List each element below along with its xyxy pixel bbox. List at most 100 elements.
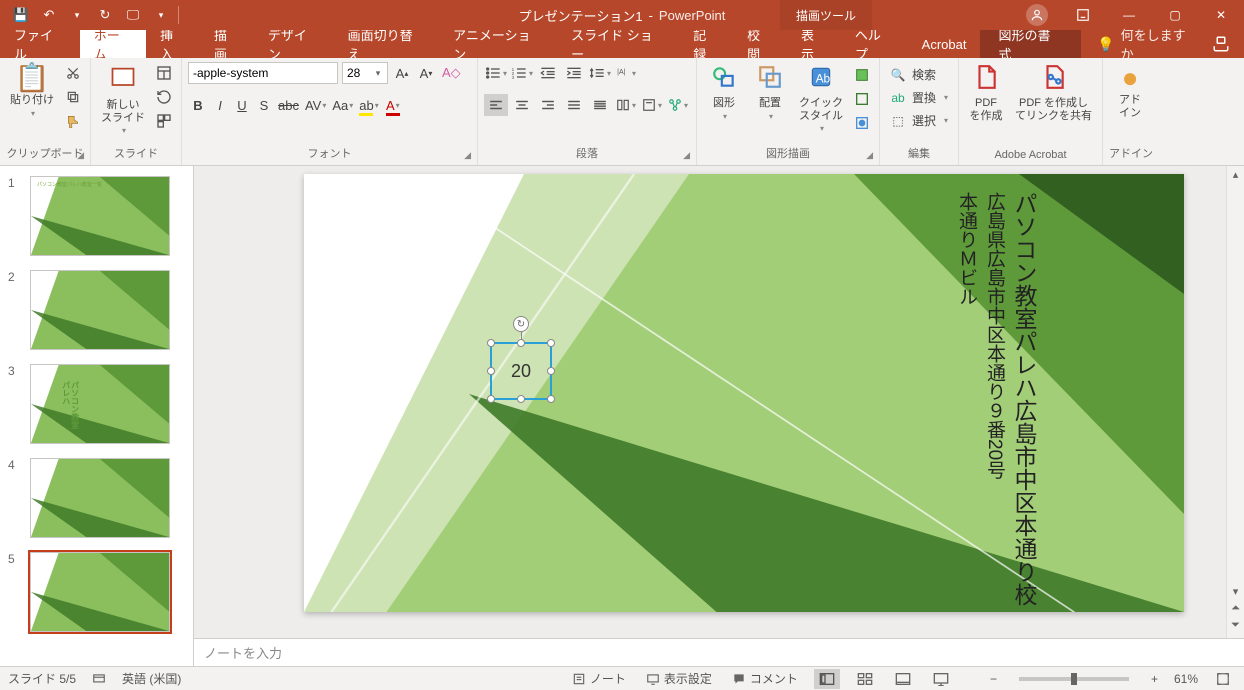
strike-button[interactable]: abc [276, 94, 301, 116]
decrease-font-button[interactable]: A▾ [416, 62, 436, 84]
align-right-button[interactable] [536, 94, 560, 116]
zoom-slider[interactable] [1019, 677, 1129, 681]
resize-handle-bc[interactable] [517, 395, 525, 403]
qat-redo-button[interactable]: ↻ [92, 2, 118, 28]
zoom-out-button[interactable]: − [986, 667, 1001, 690]
tab-file[interactable]: ファイル [0, 30, 80, 58]
qat-slideshow-button[interactable]: 🖵 [120, 2, 146, 28]
rotate-handle[interactable]: ↻ [513, 316, 529, 332]
bold-button[interactable]: B [188, 94, 208, 116]
line-spacing-button[interactable]: ▾ [588, 62, 612, 84]
shape-outline-button[interactable] [851, 88, 873, 110]
fit-to-window-button[interactable] [1210, 669, 1236, 689]
increase-indent-button[interactable] [562, 62, 586, 84]
tab-design[interactable]: デザイン [254, 30, 334, 58]
qat-customize[interactable]: ▾ [148, 2, 174, 28]
change-case-button[interactable]: Aa▾ [330, 94, 355, 116]
thumbnail-5[interactable] [30, 552, 170, 632]
window-close-button[interactable]: ✕ [1198, 0, 1244, 30]
share-pdf-button[interactable]: PDF を作成し てリンクを共有 [1011, 62, 1096, 124]
resize-handle-ml[interactable] [487, 367, 495, 375]
italic-button[interactable]: I [210, 94, 230, 116]
justify-button[interactable] [562, 94, 586, 116]
scroll-down-arrow[interactable]: ▾ [1233, 585, 1239, 598]
sorter-view-button[interactable] [852, 669, 878, 689]
copy-button[interactable] [62, 86, 84, 108]
zoom-in-button[interactable]: + [1147, 667, 1162, 690]
font-name-input[interactable] [189, 63, 352, 83]
smartart-button[interactable]: ▾ [666, 94, 690, 116]
slide-subtitle-text-1[interactable]: 広島県広島市中区本通り９番20号 [982, 192, 1006, 479]
selected-text[interactable]: 20 [511, 361, 531, 382]
comments-toggle[interactable]: コメント [728, 667, 802, 690]
addin-button[interactable]: ● アド イン [1109, 62, 1151, 121]
slideshow-view-button[interactable] [928, 669, 954, 689]
shadow-button[interactable]: S [254, 94, 274, 116]
display-settings[interactable]: 表示設定 [642, 667, 716, 690]
cut-button[interactable] [62, 62, 84, 84]
qat-save-button[interactable]: 💾 [8, 2, 34, 28]
qat-undo-more[interactable]: ▾ [64, 2, 90, 28]
font-color-button[interactable]: A▾ [383, 94, 403, 116]
align-center-button[interactable] [510, 94, 534, 116]
select-button[interactable]: ⬚選択▾ [886, 110, 952, 131]
thumbnail-2[interactable] [30, 270, 170, 350]
decrease-indent-button[interactable] [536, 62, 560, 84]
highlight-button[interactable]: ab▾ [357, 94, 380, 116]
distributed-button[interactable] [588, 94, 612, 116]
paste-button[interactable]: 📋 貼り付け ▾ [6, 62, 58, 120]
notes-pane[interactable]: ノートを入力 [194, 638, 1244, 666]
align-text-button[interactable]: ▾ [640, 94, 664, 116]
tab-transitions[interactable]: 画面切り替え [334, 30, 440, 58]
resize-handle-br[interactable] [547, 395, 555, 403]
replace-button[interactable]: ab置換▾ [886, 87, 952, 108]
tab-review[interactable]: 校閲 [733, 30, 787, 58]
selected-text-box[interactable]: ↻ 20 [490, 342, 552, 400]
zoom-slider-knob[interactable] [1071, 673, 1077, 685]
font-name-combo[interactable]: ▾ [188, 62, 338, 84]
language-indicator[interactable]: 英語 (米国) [122, 670, 181, 687]
notes-toggle[interactable]: ノート [568, 667, 630, 690]
slide-counter[interactable]: スライド 5/5 [8, 670, 76, 687]
bullets-button[interactable]: ▾ [484, 62, 508, 84]
reading-view-button[interactable] [890, 669, 916, 689]
arrange-button[interactable]: 配置▾ [749, 62, 791, 123]
char-spacing-button[interactable]: AV▾ [303, 94, 328, 116]
tab-record[interactable]: 記録 [679, 30, 733, 58]
align-left-button[interactable] [484, 94, 508, 116]
tab-view[interactable]: 表示 [787, 30, 841, 58]
create-pdf-button[interactable]: PDF を作成 [965, 62, 1007, 124]
slide-subtitle-text-2[interactable]: 本通りＭビル [954, 192, 978, 306]
section-button[interactable] [153, 110, 175, 132]
columns-button[interactable]: ▾ [614, 94, 638, 116]
shape-effects-button[interactable] [851, 112, 873, 134]
slide-canvas[interactable]: パソコン教室パレハ広島市中区本通り校 広島県広島市中区本通り９番20号 本通りＭ… [304, 174, 1184, 612]
clipboard-launcher[interactable]: ◢ [77, 150, 84, 161]
tell-me-search[interactable]: 💡 何をしますか [1081, 30, 1198, 58]
underline-button[interactable]: U [232, 94, 252, 116]
vertical-scrollbar[interactable]: ▴ ▾ ⏶ ⏷ [1226, 166, 1244, 638]
font-launcher[interactable]: ◢ [464, 150, 471, 161]
paragraph-launcher[interactable]: ◢ [683, 150, 690, 161]
text-direction-button[interactable]: |A|▾ [614, 62, 638, 84]
font-size-input[interactable] [343, 63, 371, 83]
thumbnail-3[interactable]: パソコン教室パレハ [30, 364, 170, 444]
resize-handle-tl[interactable] [487, 339, 495, 347]
tab-format[interactable]: 図形の書式 [980, 30, 1081, 58]
share-button[interactable] [1198, 30, 1244, 58]
slide-title-text[interactable]: パソコン教室パレハ広島市中区本通り校 [1009, 192, 1038, 606]
resize-handle-mr[interactable] [547, 367, 555, 375]
font-size-combo[interactable]: ▾ [342, 62, 388, 84]
tab-animations[interactable]: アニメーション [439, 30, 557, 58]
tab-slideshow[interactable]: スライド ショー [557, 30, 679, 58]
resize-handle-tc[interactable] [517, 339, 525, 347]
tab-insert[interactable]: 挿入 [146, 30, 200, 58]
tab-help[interactable]: ヘルプ [841, 30, 908, 58]
numbering-button[interactable]: 123▾ [510, 62, 534, 84]
account-avatar[interactable] [1026, 4, 1048, 26]
increase-font-button[interactable]: A▴ [392, 62, 412, 84]
reset-button[interactable] [153, 86, 175, 108]
scroll-up-arrow[interactable]: ▴ [1233, 168, 1239, 181]
thumbnail-1[interactable]: パソコン教室パレハ教室一覧 [30, 176, 170, 256]
shapes-button[interactable]: 図形▾ [703, 62, 745, 123]
